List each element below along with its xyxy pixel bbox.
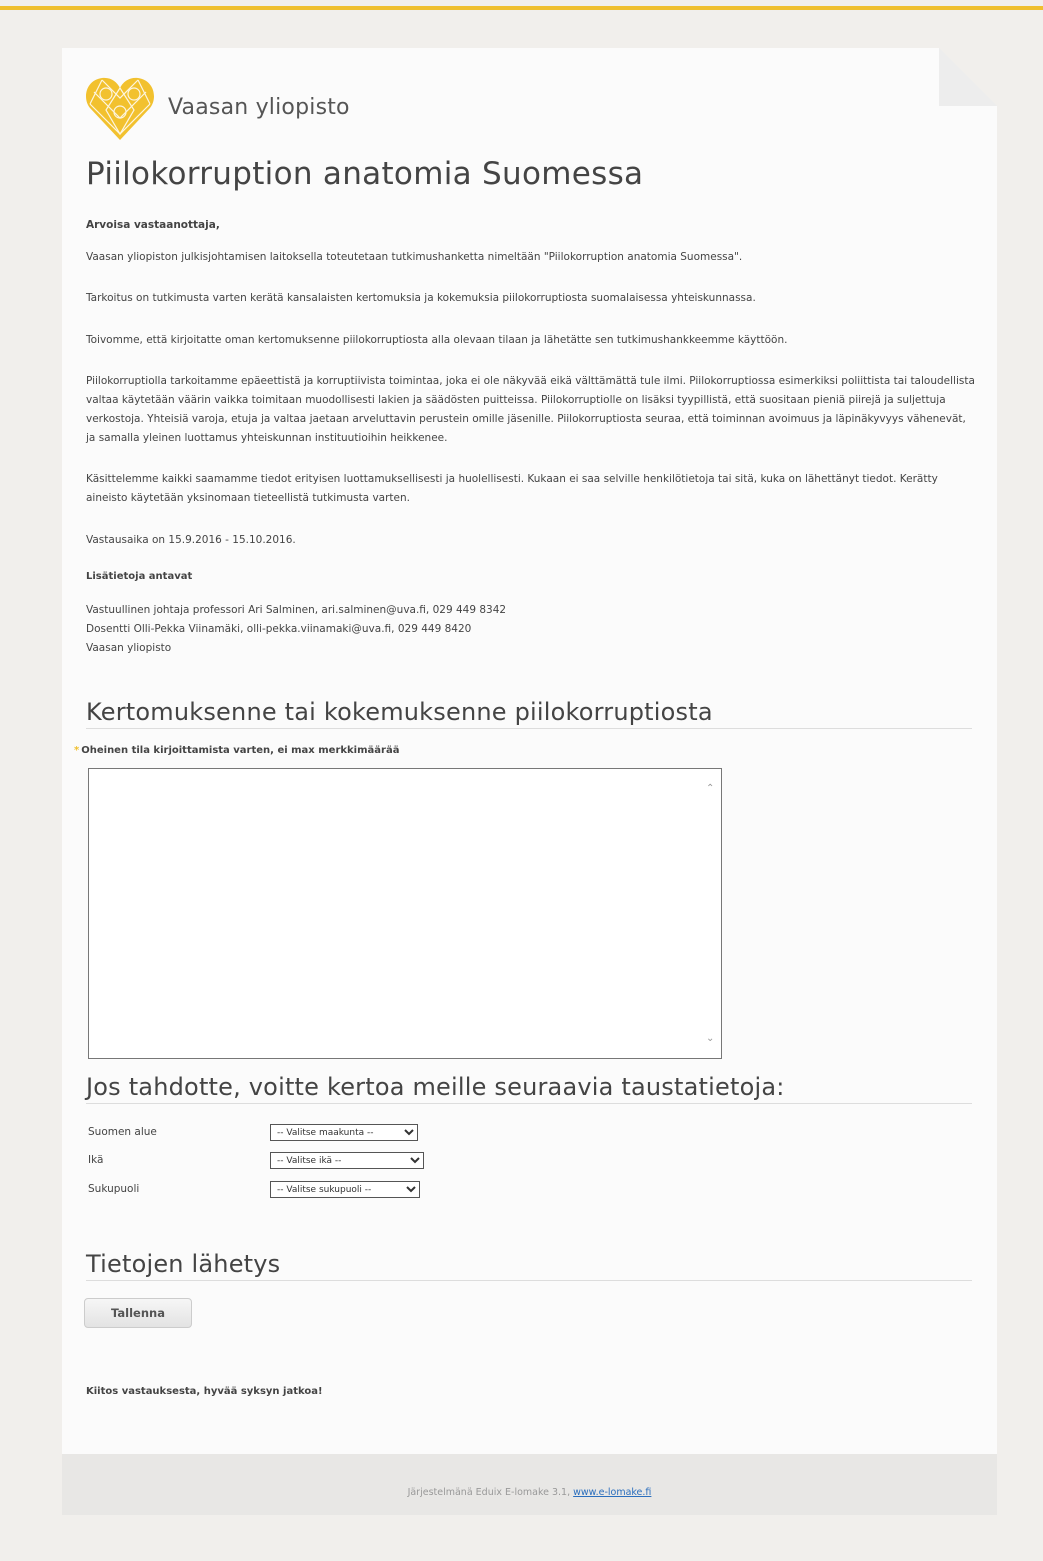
intro-paragraph-5: Käsittelemme kaikki saamamme tiedot erit… [86,473,938,504]
age-label: Ikä [88,1154,104,1166]
age-select[interactable]: -- Valitse ikä -- [270,1152,424,1169]
university-logo: Vaasan yliopisto [84,72,350,142]
form-page: Vaasan yliopisto Piilokorruption anatomi… [62,48,997,1515]
story-textarea[interactable] [88,768,722,1059]
story-label-text: Oheinen tila kirjoittamista varten, ei m… [81,745,400,756]
info-heading: Lisätietoja antavat [86,571,193,582]
gender-select[interactable]: -- Valitse sukupuoli -- [270,1181,420,1198]
contact-line-2: Dosentti Olli-Pekka Viinamäki, olli-pekk… [86,623,472,635]
story-section-heading: Kertomuksenne tai kokemuksenne piilokorr… [86,698,972,729]
page-title: Piilokorruption anatomia Suomessa [86,156,644,192]
scroll-down-icon[interactable]: ⌄ [706,1033,714,1044]
intro-paragraph-4: Piilokorruptiolla tarkoitamme epäeettist… [86,375,975,444]
footer: Järjestelmänä Eduix E-lomake 3.1, www.e-… [62,1454,997,1515]
required-star: * [74,745,80,756]
region-select[interactable]: -- Valitse maakunta -- [270,1124,418,1141]
footer-link[interactable]: www.e-lomake.fi [573,1487,651,1498]
greeting: Arvoisa vastaanottaja, [86,219,220,231]
logo-text: Vaasan yliopisto [168,94,350,120]
footer-text: Järjestelmänä Eduix E-lomake 3.1, [407,1487,574,1498]
intro-paragraph-1: Vaasan yliopiston julkisjohtamisen laito… [86,251,743,263]
intro-paragraph-2: Tarkoitus on tutkimusta varten kerätä ka… [86,292,756,304]
region-label: Suomen alue [88,1126,157,1138]
scroll-up-icon[interactable]: ⌃ [706,783,714,794]
top-accent-bar [0,0,1043,10]
page-corner-fold [939,48,997,106]
heart-logo-icon [86,77,154,140]
thanks-message: Kiitos vastauksesta, hyvää syksyn jatkoa… [86,1386,323,1397]
response-period: Vastausaika on 15.9.2016 - 15.10.2016. [86,534,296,546]
story-field-label: * Oheinen tila kirjoittamista varten, ei … [74,745,399,756]
gender-label: Sukupuoli [88,1183,140,1195]
contact-line-3: Vaasan yliopisto [86,642,172,654]
save-button[interactable]: Tallenna [84,1298,192,1328]
intro-paragraph-3: Toivomme, että kirjoitatte oman kertomuk… [86,334,788,346]
contact-line-1: Vastuullinen johtaja professori Ari Salm… [86,604,507,616]
background-section-heading: Jos tahdotte, voitte kertoa meille seura… [86,1073,972,1104]
submit-section-heading: Tietojen lähetys [86,1250,972,1281]
